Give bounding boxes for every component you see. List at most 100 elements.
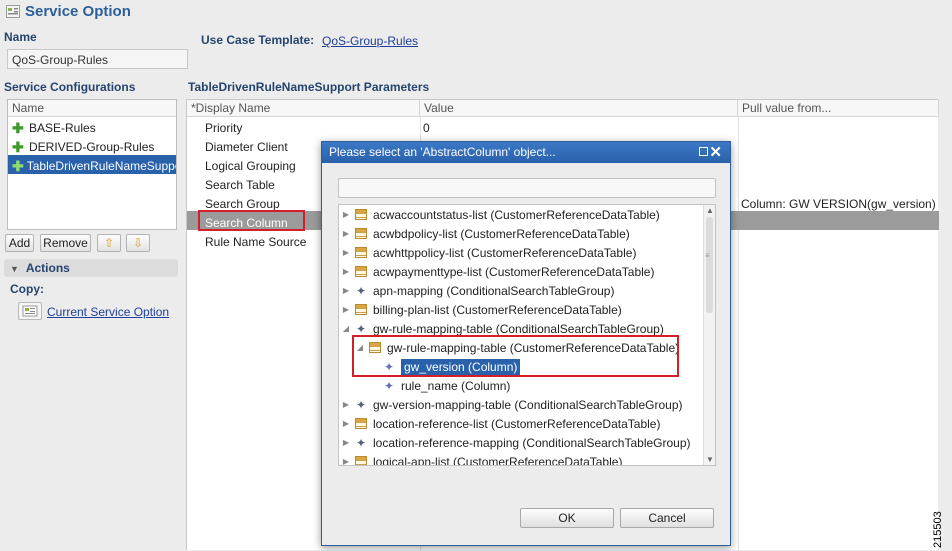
cancel-button[interactable]: Cancel (620, 508, 714, 528)
arrow-down-icon: ⇩ (132, 236, 144, 250)
expand-arrow-icon[interactable]: ▶ (341, 229, 351, 238)
config-item-label: BASE-Rules (29, 120, 96, 135)
config-item-label: DERIVED-Group-Rules (29, 139, 155, 154)
group-icon: ✦ (355, 283, 367, 298)
tree-item-label: apn-mapping (ConditionalSearchTableGroup… (373, 283, 615, 298)
parameters-title: TableDrivenRuleNameSupport Parameters (188, 80, 430, 94)
collapse-arrow-icon[interactable]: ◢ (341, 324, 351, 333)
move-up-button[interactable]: ⇧ (97, 234, 121, 252)
expand-arrow-icon[interactable]: ▶ (341, 286, 351, 295)
expand-arrow-icon[interactable]: ▶ (341, 210, 351, 219)
service-option-copy-icon[interactable] (18, 302, 42, 320)
dialog-titlebar[interactable]: Please select an 'AbstractColumn' object… (322, 142, 730, 163)
current-service-option-link[interactable]: Current Service Option (47, 305, 169, 319)
tree-item-label: acwhttppolicy-list (CustomerReferenceDat… (373, 245, 637, 260)
table-icon (355, 209, 367, 220)
scroll-up-icon[interactable]: ▲ (706, 206, 714, 215)
column-header-value: Value (420, 100, 738, 117)
table-icon (355, 228, 367, 239)
tree-item[interactable]: ▶ acwbdpolicy-list (CustomerReferenceDat… (341, 224, 630, 243)
document-icon (22, 305, 38, 317)
tree-item[interactable]: ▶ logical-apn-list (CustomerReferenceDat… (341, 452, 623, 466)
config-item-derived-group-rules[interactable]: ✚ DERIVED-Group-Rules (8, 136, 176, 155)
tree-item[interactable]: ▶ ✦ location-reference-mapping (Conditio… (341, 433, 691, 452)
maximize-icon[interactable] (699, 147, 708, 156)
tree-scrollbar[interactable]: ▲ ≡ ▼ (703, 205, 715, 465)
row-name-diameter-client[interactable]: Diameter Client (205, 137, 288, 156)
row-name-search-table[interactable]: Search Table (205, 175, 275, 194)
row-name-priority[interactable]: Priority (205, 118, 242, 137)
tree-item-label: logical-apn-list (CustomerReferenceDataT… (373, 454, 623, 466)
column-divider (738, 117, 739, 551)
add-button[interactable]: Add (5, 234, 34, 252)
tree-item[interactable]: ▶ ✦ gw-version-mapping-table (Conditiona… (341, 395, 683, 414)
tree-item-label: acwaccountstatus-list (CustomerReference… (373, 207, 660, 222)
tree-item[interactable]: ▶ billing-plan-list (CustomerReferenceDa… (341, 300, 622, 319)
table-icon (355, 418, 367, 429)
tree-item-label: rule_name (Column) (401, 378, 511, 393)
expand-arrow-icon[interactable]: ▶ (341, 248, 351, 257)
use-case-template-link[interactable]: QoS-Group-Rules (322, 34, 418, 48)
column-icon: ✦ (383, 378, 395, 393)
expand-arrow-icon[interactable]: ▶ (341, 305, 351, 314)
expand-arrow-icon[interactable]: ▶ (341, 267, 351, 276)
name-field[interactable]: QoS-Group-Rules (7, 49, 188, 69)
tree-item-label: location-reference-mapping (ConditionalS… (373, 435, 691, 450)
tree-item[interactable]: ▶ acwaccountstatus-list (CustomerReferen… (341, 205, 660, 224)
group-icon: ✦ (355, 397, 367, 412)
filter-input[interactable] (338, 178, 716, 198)
copy-label: Copy: (10, 282, 44, 296)
figure-number: 215503 (932, 511, 944, 548)
config-item-table-driven[interactable]: ✚ TableDrivenRuleNameSupport (8, 155, 176, 174)
row-name-rule-name-source[interactable]: Rule Name Source (205, 232, 306, 251)
tree-item-label: location-reference-list (CustomerReferen… (373, 416, 661, 431)
row-pull-search-group[interactable]: Column: GW VERSION(gw_version) (741, 194, 936, 213)
actions-section-header[interactable]: ▼ Actions (4, 259, 178, 277)
tree-item[interactable]: ▶ location-reference-list (CustomerRefer… (341, 414, 661, 433)
plus-icon: ✚ (12, 119, 24, 136)
close-icon[interactable]: ✕ (709, 143, 722, 161)
expand-arrow-icon[interactable]: ▶ (341, 438, 351, 447)
name-label: Name (4, 30, 37, 44)
scroll-down-icon[interactable]: ▼ (706, 455, 714, 464)
table-icon (355, 456, 367, 465)
service-option-icon (6, 5, 20, 18)
arrow-up-icon: ⇧ (103, 236, 115, 250)
list-header-name: Name (8, 100, 176, 117)
group-icon: ✦ (355, 435, 367, 450)
use-case-template-label: Use Case Template: (201, 33, 315, 47)
move-down-button[interactable]: ⇩ (126, 234, 150, 252)
plus-icon: ✚ (12, 138, 24, 155)
tree-callout-box (352, 335, 679, 377)
table-icon (355, 304, 367, 315)
tree-item[interactable]: ▶ acwhttppolicy-list (CustomerReferenceD… (341, 243, 637, 262)
scrollbar-thumb[interactable] (706, 217, 713, 313)
tree-item-label: gw-version-mapping-table (ConditionalSea… (373, 397, 683, 412)
ok-button[interactable]: OK (520, 508, 614, 528)
tree-item-label: gw-rule-mapping-table (ConditionalSearch… (373, 321, 664, 336)
collapse-triangle-icon: ▼ (10, 264, 19, 274)
table-icon (355, 247, 367, 258)
table-icon (355, 266, 367, 277)
grip-icon: ≡ (705, 251, 710, 260)
expand-arrow-icon[interactable]: ▶ (341, 457, 351, 465)
header-bar: Service Option (0, 0, 938, 24)
tree-item[interactable]: ▶ acwpaymenttype-list (CustomerReference… (341, 262, 655, 281)
column-header-display-name: *Display Name (187, 100, 420, 117)
tree-item-label: billing-plan-list (CustomerReferenceData… (373, 302, 622, 317)
service-configurations-label: Service Configurations (4, 80, 136, 94)
remove-button[interactable]: Remove (40, 234, 91, 252)
plus-icon: ✚ (12, 157, 24, 174)
config-item-base-rules[interactable]: ✚ BASE-Rules (8, 117, 176, 136)
search-column-callout-box (198, 210, 305, 231)
actions-title: Actions (25, 261, 70, 275)
tree-item[interactable]: ▶ ✦ apn-mapping (ConditionalSearchTableG… (341, 281, 615, 300)
tree-item[interactable]: ✦ rule_name (Column) (369, 376, 510, 395)
row-value-priority[interactable]: 0 (423, 118, 430, 137)
expand-arrow-icon[interactable]: ▶ (341, 400, 351, 409)
row-name-logical-grouping[interactable]: Logical Grouping (205, 156, 296, 175)
page-title: Service Option (25, 3, 131, 20)
expand-arrow-icon[interactable]: ▶ (341, 419, 351, 428)
tree-item-label: acwpaymenttype-list (CustomerReferenceDa… (373, 264, 655, 279)
service-configurations-list: Name ✚ BASE-Rules ✚ DERIVED-Group-Rules … (7, 99, 177, 230)
